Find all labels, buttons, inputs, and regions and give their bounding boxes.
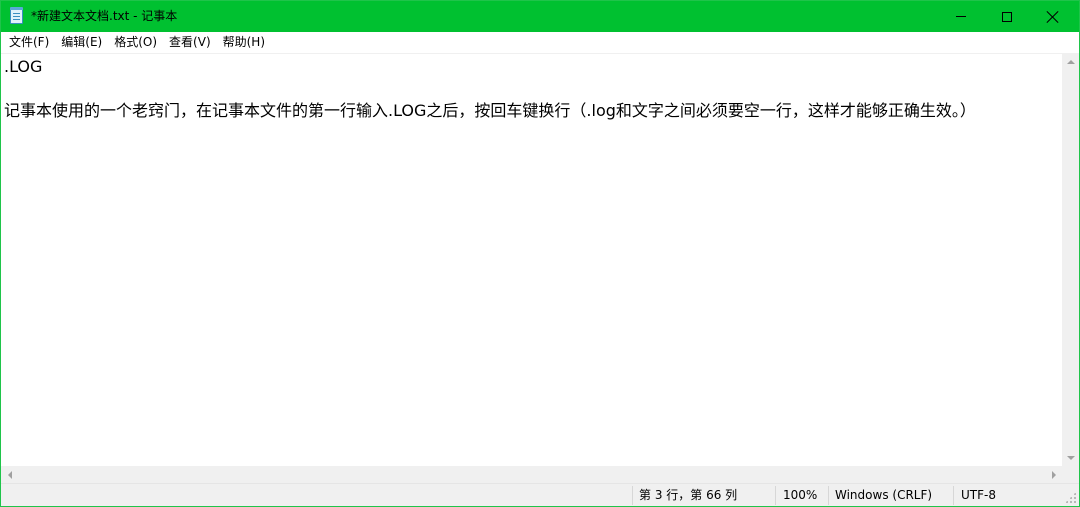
status-bar: 第 3 行，第 66 列 100% Windows (CRLF) UTF-8 <box>1 483 1079 506</box>
status-line-ending: Windows (CRLF) <box>835 488 933 502</box>
editor-line[interactable] <box>4 78 1062 100</box>
scroll-up-button[interactable] <box>1062 53 1079 70</box>
status-separator <box>953 486 954 505</box>
menu-file[interactable]: 文件(F) <box>3 33 55 52</box>
window-title: *新建文本文档.txt - 记事本 <box>31 9 178 23</box>
status-encoding: UTF-8 <box>961 488 996 502</box>
close-icon <box>1047 11 1059 23</box>
editor-line[interactable]: 记事本使用的一个老窍门，在记事本文件的第一行输入.LOG之后，按回车键换行（.l… <box>4 100 1062 122</box>
menu-bar: 文件(F) 编辑(E) 格式(O) 查看(V) 帮助(H) <box>1 32 1079 53</box>
scrollbar-corner <box>1062 466 1079 483</box>
editor-line[interactable]: .LOG <box>4 56 1062 78</box>
menu-format[interactable]: 格式(O) <box>108 33 163 52</box>
chevron-left-icon <box>7 470 12 479</box>
scroll-left-button[interactable] <box>1 466 18 483</box>
notepad-icon[interactable] <box>10 7 23 24</box>
title-bar[interactable]: *新建文本文档.txt - 记事本 <box>1 1 1079 32</box>
maximize-icon <box>1002 11 1012 22</box>
chevron-right-icon <box>1051 470 1056 479</box>
menu-edit[interactable]: 编辑(E) <box>55 33 108 52</box>
text-editor[interactable]: .LOG 记事本使用的一个老窍门，在记事本文件的第一行输入.LOG之后，按回车键… <box>1 53 1062 466</box>
notepad-window: *新建文本文档.txt - 记事本 文件(F) 编辑(E) 格式(O) 查看(V… <box>0 0 1080 507</box>
scroll-down-button[interactable] <box>1062 449 1079 466</box>
minimize-icon <box>956 16 966 17</box>
horizontal-scrollbar[interactable] <box>1 466 1062 483</box>
chevron-up-icon <box>1066 59 1075 64</box>
resize-grip-icon[interactable] <box>1065 492 1076 503</box>
minimize-button[interactable] <box>938 1 984 32</box>
chevron-down-icon <box>1066 455 1075 460</box>
close-button[interactable] <box>1030 1 1076 32</box>
maximize-button[interactable] <box>984 1 1030 32</box>
menu-view[interactable]: 查看(V) <box>163 33 217 52</box>
vertical-scrollbar[interactable] <box>1062 53 1079 466</box>
status-separator <box>775 486 776 505</box>
scroll-right-button[interactable] <box>1045 466 1062 483</box>
status-zoom: 100% <box>783 488 818 502</box>
menu-help[interactable]: 帮助(H) <box>217 33 271 52</box>
status-cursor-position: 第 3 行，第 66 列 <box>639 488 738 502</box>
